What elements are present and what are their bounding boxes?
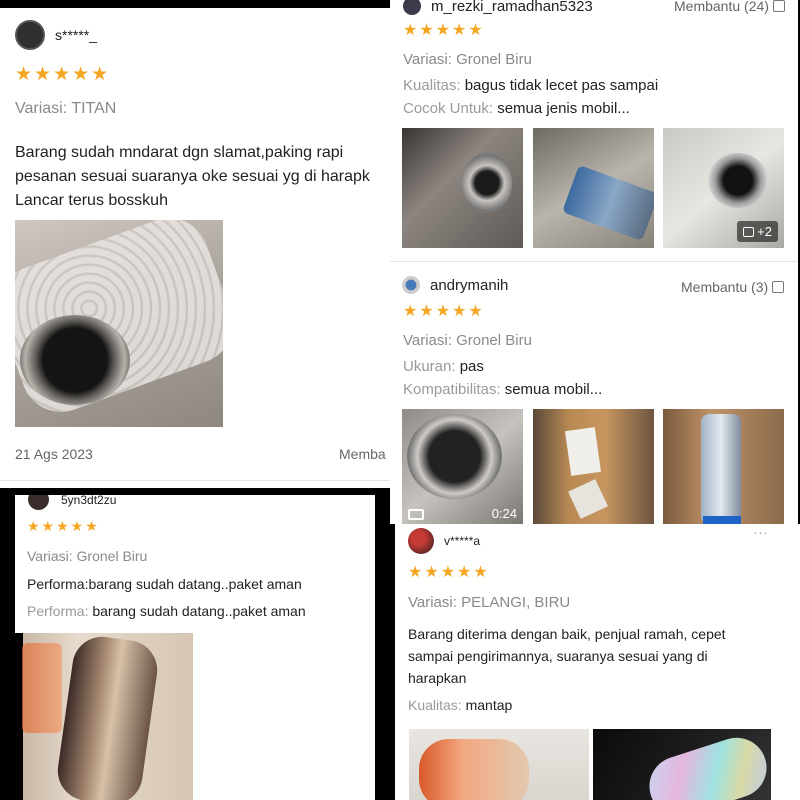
attribute-value: semua mobil... [504, 381, 603, 398]
more-photos-badge[interactable]: +2 [737, 221, 778, 242]
review-date: 21 Ags 2023 [15, 446, 93, 462]
review-user[interactable]: andrymanih [402, 276, 508, 294]
review-photo[interactable] [593, 729, 771, 800]
star-rating: ★★★★★ [15, 64, 111, 85]
attribute-row: Kualitas: bagus tidak lecet pas sampai [403, 77, 658, 94]
review-card-5: v*****a ··· ★★★★★ Variasi: PELANGI, BIRU… [395, 524, 800, 800]
username: andrymanih [430, 276, 509, 294]
username: v*****a [444, 534, 481, 548]
helpful-button[interactable]: Membantu (24) [674, 0, 785, 14]
review-user[interactable]: v*****a [408, 528, 480, 554]
review-text-line: Lancar terus bosskuh [15, 192, 168, 209]
avatar[interactable] [402, 276, 420, 294]
variant-label: Variasi: PELANGI, BIRU [408, 594, 571, 611]
username: 5yn3dt2zu [61, 495, 117, 507]
variant-label: Variasi: Gronel Biru [403, 51, 532, 68]
review-text-line: harapkan [408, 670, 467, 686]
variant-label: Variasi: Gronel Biru [27, 548, 148, 564]
attribute-label: Kualitas: [403, 77, 461, 94]
review-photo[interactable] [402, 128, 523, 248]
attribute-value: barang sudah datang..paket aman [92, 603, 306, 619]
review-card-4: 5yn3dt2zu ★★★★★ Variasi: Gronel Biru Per… [15, 495, 375, 800]
more-photos-count: +2 [757, 224, 772, 239]
video-icon [408, 509, 424, 520]
review-text-line: Barang sudah mndarat dgn slamat,paking r… [15, 144, 344, 161]
review-card-2: m_rezki_ramadhan5323 Membantu (24) ★★★★★… [390, 0, 798, 262]
avatar[interactable] [408, 528, 434, 554]
thumbs-up-icon [772, 0, 785, 12]
review-text: Barang diterima dengan baik, penjual ram… [408, 623, 726, 689]
review-user[interactable]: s*****_ [15, 20, 97, 50]
thumbs-up-icon [772, 281, 785, 293]
review-user[interactable]: m_rezki_ramadhan5323 [403, 0, 593, 15]
review-photo[interactable] [663, 409, 784, 524]
avatar[interactable] [28, 495, 49, 510]
video-duration: 0:24 [491, 506, 517, 521]
attribute-value: bagus tidak lecet pas sampai [464, 77, 659, 94]
variant-label: Variasi: Gronel Biru [403, 332, 532, 349]
review-card-3: andrymanih Membantu (3) ★★★★★ Variasi: G… [390, 262, 798, 524]
star-rating: ★★★★★ [27, 518, 100, 534]
review-photo[interactable] [409, 729, 589, 800]
attribute-label: Kompatibilitas: [403, 381, 501, 398]
star-rating: ★★★★★ [408, 564, 490, 581]
review-user[interactable]: 5yn3dt2zu [28, 495, 116, 510]
divider [0, 480, 395, 481]
helpful-count: Membantu (3) [681, 279, 769, 295]
star-rating: ★★★★★ [403, 22, 485, 39]
review-card-1: s*****_ ★★★★★ Variasi: TITAN Barang suda… [0, 8, 395, 488]
attribute-value: mantap [465, 697, 513, 713]
attribute-label: Performa: [27, 603, 89, 619]
attribute-row: Performa: barang sudah datang..paket ama… [27, 603, 306, 619]
attribute-label: Ukuran: [403, 358, 456, 375]
attribute-row: Cocok Untuk: semua jenis mobil... [403, 100, 630, 117]
attribute-row: Kompatibilitas: semua mobil... [403, 381, 602, 398]
avatar[interactable] [403, 0, 421, 15]
helpful-button[interactable]: Membantu (3) [681, 279, 785, 295]
review-photo[interactable] [15, 633, 193, 800]
review-photo[interactable] [15, 220, 223, 427]
more-options-icon[interactable]: ··· [753, 524, 768, 541]
attribute-label: Kualitas: [408, 697, 462, 713]
helpful-button[interactable]: Memba [339, 446, 386, 462]
review-video[interactable]: 0:24 [402, 409, 523, 524]
avatar[interactable] [15, 20, 45, 50]
attribute-row: Ukuran: pas [403, 358, 484, 375]
review-text-line: sampai pengirimannya, suaranya sesuai ya… [408, 648, 708, 664]
review-photo[interactable]: +2 [663, 128, 784, 248]
username: s*****_ [55, 27, 98, 43]
variant-label: Variasi: TITAN [15, 100, 117, 117]
star-rating: ★★★★★ [403, 303, 485, 320]
review-photo[interactable] [533, 409, 654, 524]
attribute-row: Kualitas: mantap [408, 697, 512, 713]
image-icon [743, 227, 755, 237]
review-text: Performa:barang sudah datang..paket aman [27, 576, 302, 592]
review-text: Barang sudah mndarat dgn slamat,paking r… [15, 141, 370, 213]
review-photo[interactable] [533, 128, 654, 248]
attribute-value: semua jenis mobil... [497, 100, 630, 117]
helpful-count: Membantu (24) [674, 0, 769, 14]
attribute-value: pas [459, 358, 484, 375]
attribute-label: Cocok Untuk: [403, 100, 494, 117]
review-text-line: Barang diterima dengan baik, penjual ram… [408, 626, 726, 642]
username: m_rezki_ramadhan5323 [431, 0, 593, 15]
review-text-line: pesanan sesuai suaranya oke sesuai yg di… [15, 168, 370, 185]
